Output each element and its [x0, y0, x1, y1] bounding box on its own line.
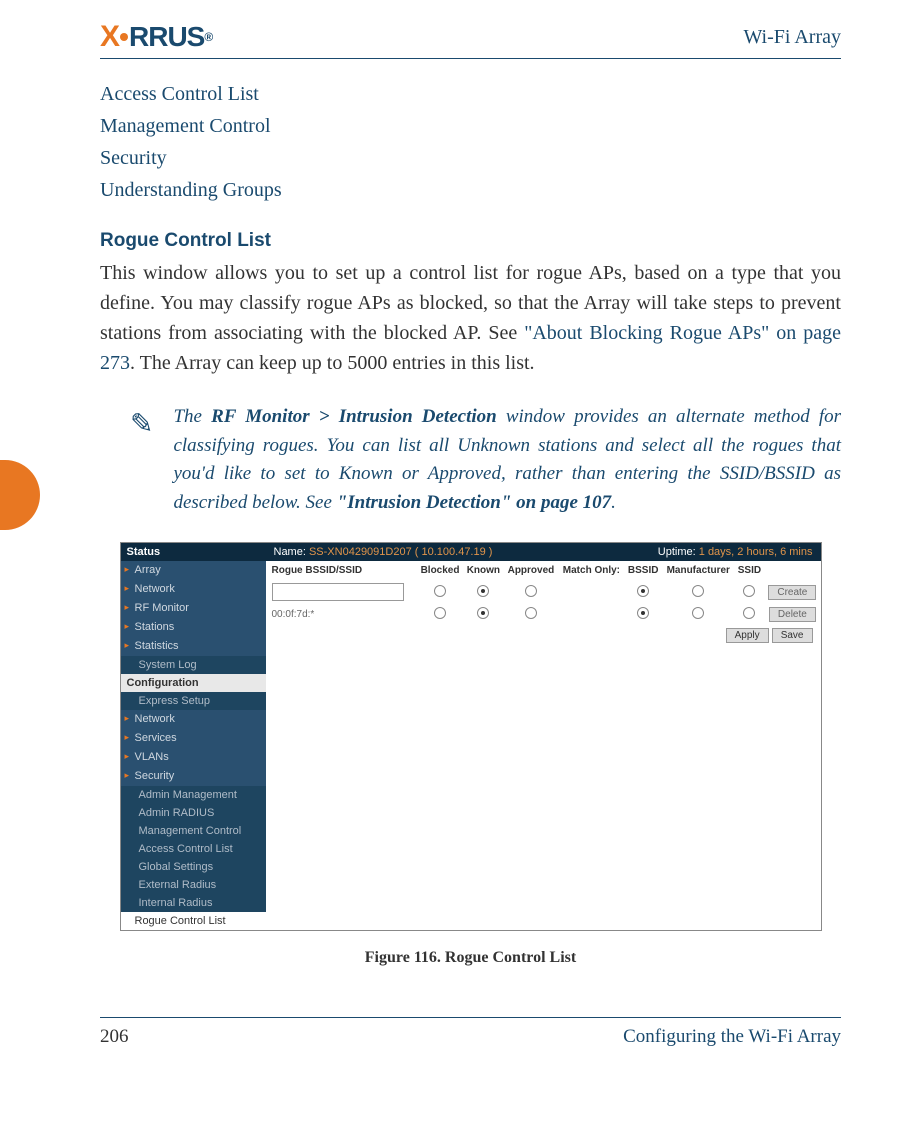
ss-apply-button[interactable]: Apply [726, 628, 769, 643]
figure-container: Status Array Network RF Monitor Stations… [100, 542, 841, 931]
ss-table: Rogue BSSID/SSID Blocked Known Approved … [266, 561, 821, 625]
para-end: . The Array can keep up to 5000 entries … [130, 352, 535, 374]
ss-radio-match-ssid[interactable] [743, 585, 755, 597]
ss-th-blocked: Blocked [417, 561, 463, 580]
ss-nav-systemlog[interactable]: System Log [121, 656, 266, 674]
ss-nav-network[interactable]: Network [121, 580, 266, 599]
link-security[interactable]: Security [100, 143, 841, 173]
ss-nav-acl[interactable]: Access Control List [121, 840, 266, 858]
note-start: The [173, 406, 211, 427]
ss-radio-known[interactable] [477, 585, 489, 597]
ss-nav-intradius[interactable]: Internal Radius [121, 894, 266, 912]
header-product: Wi-Fi Array [743, 26, 841, 49]
ss-name-value: SS-XN0429091D207 [309, 546, 412, 558]
ss-table-data-row: 00:0f:7d:* Delete [266, 604, 821, 625]
section-title: Rogue Control List [100, 230, 841, 252]
cross-reference-links: Access Control List Management Control S… [100, 79, 841, 205]
ss-create-button[interactable]: Create [768, 585, 816, 600]
ss-uptime-value: 1 days, 2 hours, 6 mins [699, 546, 813, 558]
ss-nav-adminmgmt[interactable]: Admin Management [121, 786, 266, 804]
ss-th-bssid2: BSSID [625, 561, 662, 580]
screenshot-rogue-control: Status Array Network RF Monitor Stations… [120, 542, 822, 931]
ss-nav-express[interactable]: Express Setup [121, 692, 266, 710]
ss-th-approved: Approved [504, 561, 559, 580]
hand-writing-icon: ✎ [130, 407, 153, 441]
page-footer: 206 Configuring the Wi-Fi Array [100, 1017, 841, 1048]
note-block: ✎ The RF Monitor > Intrusion Detection w… [130, 403, 841, 517]
ss-table-input-row: Create [266, 580, 821, 604]
ss-th-ssid: SSID [735, 561, 765, 580]
ss-th-match: Match Only: [558, 561, 624, 580]
ss-nav-stations[interactable]: Stations [121, 618, 266, 637]
page-number: 206 [100, 1026, 129, 1048]
ss-radio-blocked[interactable] [434, 585, 446, 597]
link-access-control-list[interactable]: Access Control List [100, 79, 841, 109]
footer-chapter: Configuring the Wi-Fi Array [623, 1026, 841, 1048]
ss-delete-button[interactable]: Delete [769, 607, 816, 622]
figure-caption: Figure 116. Rogue Control List [100, 949, 841, 967]
ss-row-match-bssid[interactable] [637, 607, 649, 619]
ss-row-match-mfr[interactable] [692, 607, 704, 619]
ss-row-bssid: 00:0f:7d:* [266, 604, 417, 625]
ss-table-header-row: Rogue BSSID/SSID Blocked Known Approved … [266, 561, 821, 580]
section-paragraph: This window allows you to set up a contr… [100, 258, 841, 378]
note-bold-path: RF Monitor > Intrusion Detection [211, 406, 497, 427]
ss-nav-vlans[interactable]: VLANs [121, 748, 266, 767]
ss-nav-adminradius[interactable]: Admin RADIUS [121, 804, 266, 822]
ss-radio-match-bssid[interactable] [637, 585, 649, 597]
ss-row-match-ssid[interactable] [743, 607, 755, 619]
ss-nav-rfmonitor[interactable]: RF Monitor [121, 599, 266, 618]
ss-th-mfr: Manufacturer [662, 561, 735, 580]
ss-th-bssid: Rogue BSSID/SSID [266, 561, 417, 580]
ss-radio-approved[interactable] [525, 585, 537, 597]
ss-row-known[interactable] [477, 607, 489, 619]
ss-th-known: Known [463, 561, 503, 580]
ss-radio-match-mfr[interactable] [692, 585, 704, 597]
link-management-control[interactable]: Management Control [100, 111, 841, 141]
ss-nav-rogue-active[interactable]: Rogue Control List [121, 912, 266, 930]
ss-row-blocked[interactable] [434, 607, 446, 619]
ss-topbar: Name: SS-XN0429091D207 ( 10.100.47.19 ) … [266, 543, 821, 561]
ss-config-header: Configuration [121, 674, 266, 692]
ss-button-row: Apply Save [266, 625, 821, 645]
ss-status-label: Status [121, 543, 266, 561]
link-understanding-groups[interactable]: Understanding Groups [100, 175, 841, 205]
ss-row-approved[interactable] [525, 607, 537, 619]
note-end: . [611, 492, 616, 513]
ss-nav-extradius[interactable]: External Radius [121, 876, 266, 894]
ss-uptime-label: Uptime: [658, 546, 696, 558]
ss-nav-statistics[interactable]: Statistics [121, 637, 266, 656]
ss-sidebar: Status Array Network RF Monitor Stations… [121, 543, 266, 930]
ss-name-label: Name: [274, 546, 306, 558]
ss-nav-security[interactable]: Security [121, 767, 266, 786]
page-header: XRRUS® Wi-Fi Array [100, 20, 841, 59]
note-bold-link[interactable]: "Intrusion Detection" on page 107 [337, 492, 611, 513]
ss-nav-globalsettings[interactable]: Global Settings [121, 858, 266, 876]
ss-nav-mgmtcontrol[interactable]: Management Control [121, 822, 266, 840]
xirrus-logo: XRRUS® [100, 20, 212, 54]
ss-bssid-input[interactable] [272, 583, 404, 601]
page-tab-marker [0, 460, 40, 530]
ss-nav-network2[interactable]: Network [121, 710, 266, 729]
ss-nav-array[interactable]: Array [121, 561, 266, 580]
ss-ip: ( 10.100.47.19 ) [415, 546, 493, 558]
ss-nav-services[interactable]: Services [121, 729, 266, 748]
ss-main: Name: SS-XN0429091D207 ( 10.100.47.19 ) … [266, 543, 821, 930]
ss-save-button[interactable]: Save [772, 628, 813, 643]
note-text: The RF Monitor > Intrusion Detection win… [173, 403, 841, 517]
